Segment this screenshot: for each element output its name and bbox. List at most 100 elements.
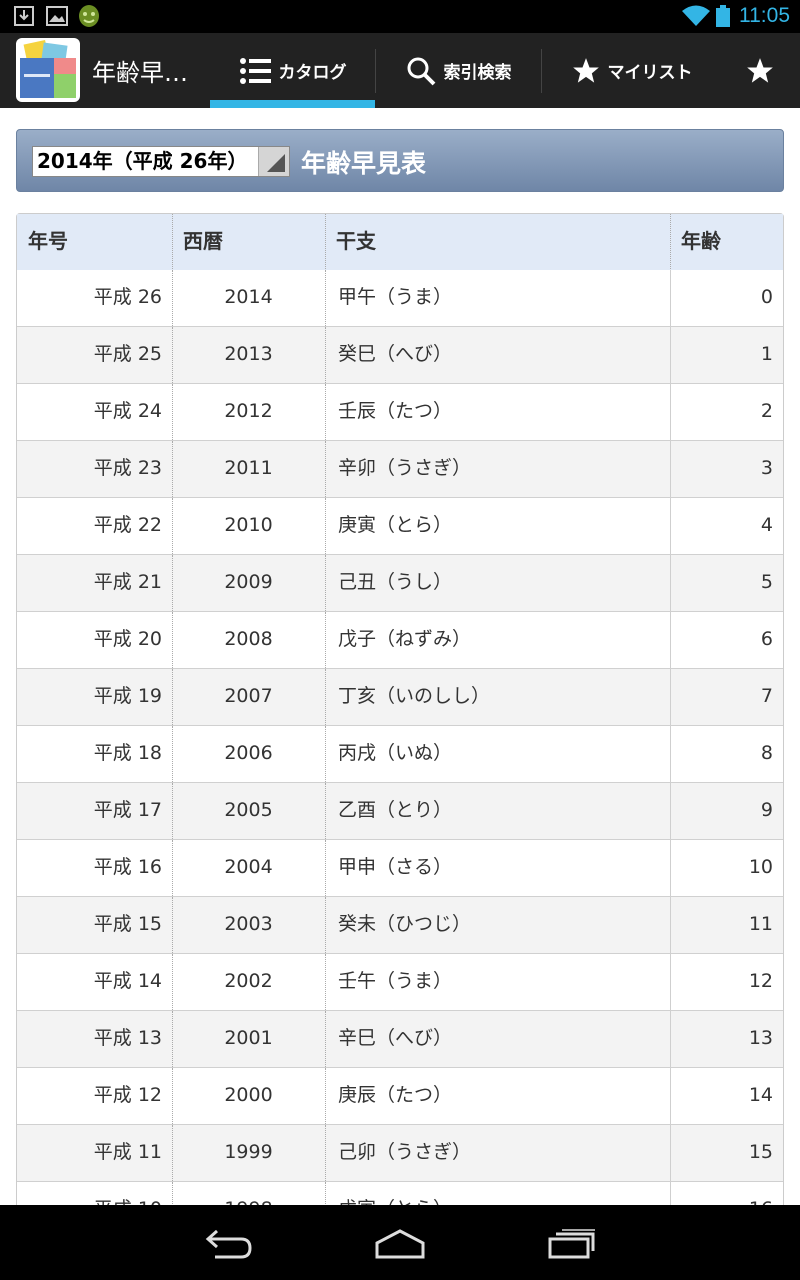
cell-zodiac: 己卯（うさぎ）	[338, 1141, 472, 1163]
year-header-panel: 2014年（平成 26年） 年齢早見表	[16, 129, 784, 192]
cell-year: 2012	[224, 400, 273, 422]
column-divider	[325, 441, 326, 497]
column-divider	[172, 214, 173, 269]
navigation-bar	[0, 1205, 800, 1280]
battery-icon	[716, 5, 730, 31]
column-divider	[172, 327, 173, 383]
column-divider	[670, 897, 671, 953]
search-icon	[406, 56, 436, 86]
cell-year: 2010	[224, 514, 273, 536]
cell-year: 2009	[224, 571, 273, 593]
tab-index-search[interactable]: 索引検索	[376, 33, 541, 108]
column-divider	[670, 726, 671, 782]
cell-age: 11	[748, 913, 773, 935]
cell-era: 平成 17	[93, 799, 162, 821]
cell-era: 平成 26	[93, 286, 162, 308]
cell-zodiac: 己丑（うし）	[338, 571, 453, 593]
cell-year: 2013	[224, 343, 273, 365]
cell-era: 平成 22	[93, 514, 162, 536]
table-row[interactable]: 平成 26 2014 甲午（うま） 0	[17, 270, 783, 327]
cell-zodiac: 辛卯（うさぎ）	[338, 457, 472, 479]
table-row[interactable]: 平成 17 2005 乙酉（とり） 9	[17, 783, 783, 840]
cell-year: 2003	[224, 913, 273, 935]
column-divider	[172, 1011, 173, 1067]
column-divider	[670, 555, 671, 611]
table-row[interactable]: 平成 15 2003 癸未（ひつじ） 11	[17, 897, 783, 954]
table-row[interactable]: 平成 25 2013 癸巳（へび） 1	[17, 327, 783, 384]
table-row[interactable]: 平成 20 2008 戊子（ねずみ） 6	[17, 612, 783, 669]
cell-era: 平成 16	[93, 856, 162, 878]
wifi-icon	[682, 5, 710, 31]
column-divider	[670, 783, 671, 839]
column-divider	[670, 214, 671, 269]
column-divider	[172, 954, 173, 1010]
cell-zodiac: 辛巳（へび）	[338, 1027, 453, 1049]
table-row[interactable]: 平成 11 1999 己卯（うさぎ） 15	[17, 1125, 783, 1182]
tab-my-list[interactable]: マイリスト	[542, 33, 722, 108]
cell-age: 1	[760, 343, 773, 365]
cell-year: 2000	[224, 1084, 273, 1106]
column-divider	[172, 840, 173, 896]
cell-age: 7	[760, 685, 773, 707]
year-select[interactable]: 2014年（平成 26年）	[32, 146, 290, 177]
table-row[interactable]: 平成 16 2004 甲申（さる） 10	[17, 840, 783, 897]
cell-era: 平成 13	[93, 1027, 162, 1049]
cell-age: 12	[748, 970, 773, 992]
column-divider	[172, 669, 173, 725]
column-divider	[172, 783, 173, 839]
cell-era: 平成 20	[93, 628, 162, 650]
cell-year: 2008	[224, 628, 273, 650]
cell-era: 平成 18	[93, 742, 162, 764]
cell-era: 平成 14	[93, 970, 162, 992]
app-title: 年齢早…	[92, 59, 188, 87]
cell-age: 15	[748, 1141, 773, 1163]
column-divider	[172, 897, 173, 953]
cell-year: 2005	[224, 799, 273, 821]
image-icon	[46, 6, 68, 30]
cell-era: 平成 15	[93, 913, 162, 935]
cell-zodiac: 戊子（ねずみ）	[338, 628, 472, 650]
cell-age: 8	[760, 742, 773, 764]
column-divider	[325, 555, 326, 611]
cell-year: 2002	[224, 970, 273, 992]
column-divider	[325, 1068, 326, 1124]
table-row[interactable]: 平成 12 2000 庚辰（たつ） 14	[17, 1068, 783, 1125]
table-row[interactable]: 平成 18 2006 丙戌（いぬ） 8	[17, 726, 783, 783]
cell-year: 2014	[224, 286, 273, 308]
column-divider	[670, 1125, 671, 1181]
cell-zodiac: 癸巳（へび）	[338, 343, 453, 365]
tab-index-search-label: 索引検索	[443, 63, 512, 83]
age-table: 年号 西暦 干支 年齢 平成 26 2014 甲午（うま） 0 平成 25 2013 癸巳（…	[16, 213, 784, 1240]
column-divider	[325, 327, 326, 383]
column-divider	[670, 441, 671, 497]
column-divider	[670, 270, 671, 326]
column-divider	[172, 270, 173, 326]
favorite-button[interactable]	[730, 33, 790, 108]
column-divider	[172, 1068, 173, 1124]
app-logo-icon[interactable]	[16, 38, 80, 102]
cell-age: 10	[748, 856, 773, 878]
table-row[interactable]: 平成 23 2011 辛卯（うさぎ） 3	[17, 441, 783, 498]
table-row[interactable]: 平成 19 2007 丁亥（いのしし） 7	[17, 669, 783, 726]
column-divider	[325, 783, 326, 839]
home-icon[interactable]	[375, 1229, 425, 1263]
column-divider	[325, 498, 326, 554]
table-row[interactable]: 平成 22 2010 庚寅（とら） 4	[17, 498, 783, 555]
table-row[interactable]: 平成 21 2009 己丑（うし） 5	[17, 555, 783, 612]
cell-age: 6	[760, 628, 773, 650]
star-icon	[746, 57, 774, 85]
cell-zodiac: 壬辰（たつ）	[338, 400, 453, 422]
table-row[interactable]: 平成 24 2012 壬辰（たつ） 2	[17, 384, 783, 441]
column-divider	[172, 612, 173, 668]
table-row[interactable]: 平成 13 2001 辛巳（へび） 13	[17, 1011, 783, 1068]
cell-age: 14	[748, 1084, 773, 1106]
tab-catalog-label: カタログ	[278, 63, 347, 83]
tab-active-indicator	[210, 100, 375, 108]
column-divider	[325, 612, 326, 668]
back-icon[interactable]	[205, 1229, 253, 1263]
recent-apps-icon[interactable]	[548, 1229, 596, 1263]
column-divider	[172, 384, 173, 440]
table-row[interactable]: 平成 14 2002 壬午（うま） 12	[17, 954, 783, 1011]
tab-catalog[interactable]: カタログ	[210, 33, 375, 108]
cell-year: 2007	[224, 685, 273, 707]
